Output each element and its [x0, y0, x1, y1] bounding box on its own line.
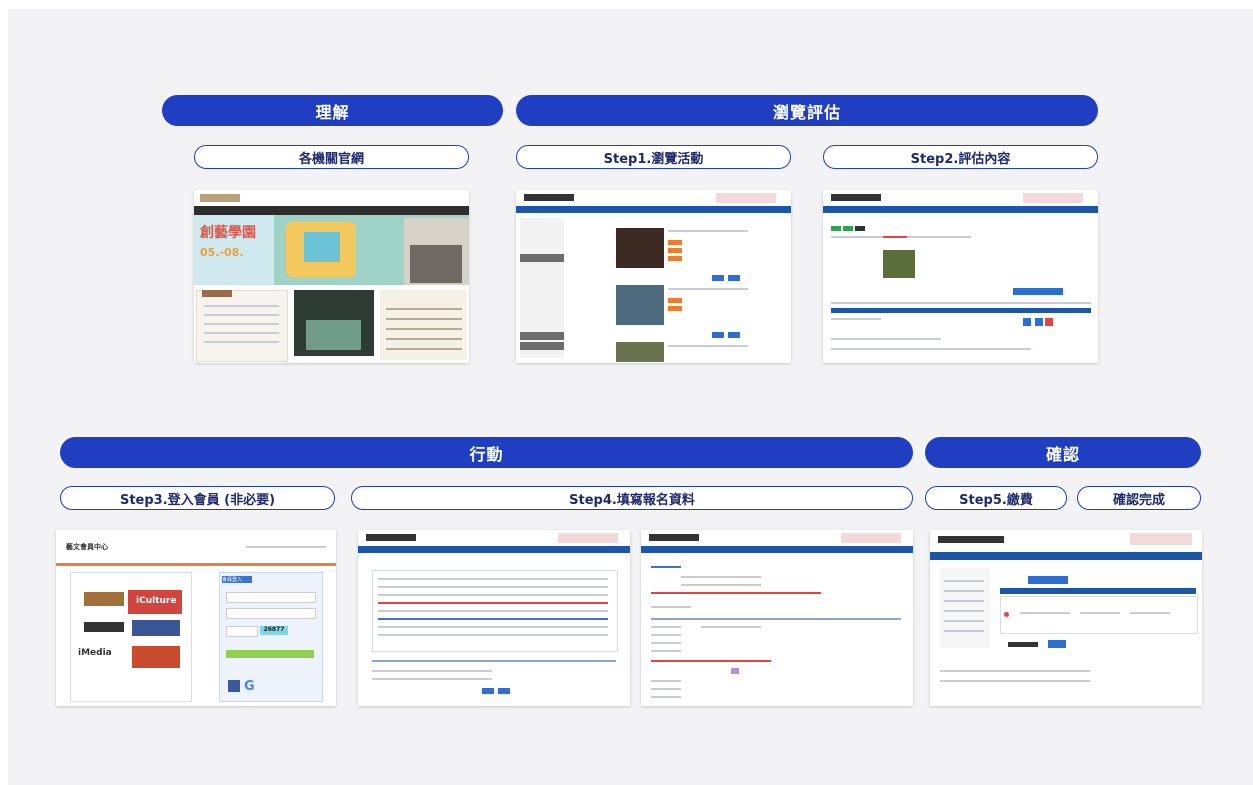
step1-browse-activity: Step1.瀏覽活動	[516, 145, 791, 169]
flow-diagram-canvas: 理解 瀏覽評估 行動 確認 各機關官網 Step1.瀏覽活動 Step2.評估內…	[8, 9, 1253, 785]
step3-member-login: Step3.登入會員 (非必要)	[60, 486, 335, 510]
activity-detail-screenshot	[823, 190, 1098, 363]
member-login-screenshot: 藝文會員中心 iCulture iMedia 會員登入 26877 G	[56, 530, 336, 706]
payment-screenshot	[930, 530, 1202, 706]
phase-browse-evaluate: 瀏覽評估	[516, 95, 1098, 126]
official-site-screenshot: 創藝學園 05.-08.	[194, 190, 469, 363]
step5-payment: Step5.繳費	[925, 486, 1067, 510]
member-center-title: 藝文會員中心	[66, 543, 108, 551]
imedia-logo: iMedia	[78, 648, 112, 658]
site-banner-title: 創藝學園	[200, 225, 256, 241]
step-confirm-complete: 確認完成	[1077, 486, 1201, 510]
step-official-sites: 各機關官網	[194, 145, 469, 169]
phase-understand: 理解	[162, 95, 503, 126]
activity-list-screenshot	[516, 190, 791, 363]
phase-confirm: 確認	[925, 437, 1201, 468]
member-login-tab: 會員登入	[222, 576, 252, 583]
step2-evaluate-content: Step2.評估內容	[823, 145, 1098, 169]
iculture-logo: iCulture	[136, 596, 177, 606]
registration-form-screenshot-2	[641, 530, 913, 706]
captcha-image: 26877	[260, 626, 288, 635]
step4-registration-form: Step4.填寫報名資料	[351, 486, 913, 510]
registration-form-screenshot-1	[358, 530, 630, 706]
phase-action: 行動	[60, 437, 913, 468]
site-banner-dates: 05.-08.	[200, 246, 244, 259]
